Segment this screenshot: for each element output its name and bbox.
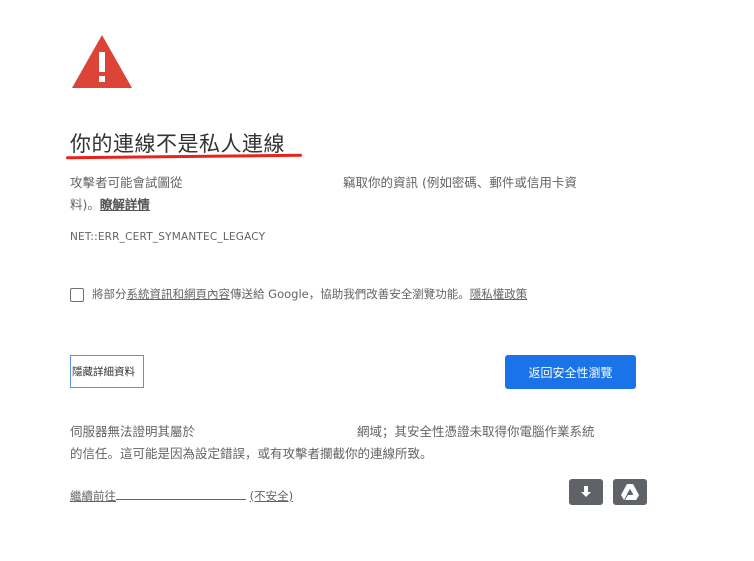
hide-details-button[interactable]: 隱藏詳細資料	[70, 355, 144, 388]
google-drive-button[interactable]	[613, 479, 647, 505]
proceed-unsafe-link[interactable]: 繼續前往 (不安全)	[70, 488, 293, 504]
proceed-prefix: 繼續前往	[70, 489, 116, 503]
google-drive-icon	[621, 484, 639, 500]
intro-text-line2: 料)。瞭解詳情	[70, 194, 150, 216]
intro-text-line1: 攻擊者可能會試圖從	[70, 175, 183, 190]
system-info-link[interactable]: 系統資訊和網頁內容	[127, 287, 231, 301]
opt-in-label: 將部分系統資訊和網頁內容傳送給 Google，協助我們改善安全瀏覽功能。隱私權政…	[92, 286, 527, 302]
redacted-domain	[116, 488, 246, 500]
opt-in-middle: 傳送給 Google，協助我們改善安全瀏覽功能。	[230, 287, 470, 301]
download-button[interactable]	[569, 479, 603, 505]
details-text-line1-continued: 網域；其安全性憑證未取得你電腦作業系統	[357, 424, 595, 439]
proceed-suffix: (不安全)	[249, 489, 294, 503]
back-to-safety-button[interactable]: 返回安全性瀏覽	[505, 355, 636, 389]
details-text-line1: 伺服器無法證明其屬於	[70, 424, 196, 439]
intro-text-line1-continued: 竊取你的資訊 (例如密碼、郵件或信用卡資	[343, 175, 577, 190]
download-arrow-icon	[581, 486, 591, 497]
error-code: NET::ERR_CERT_SYMANTEC_LEGACY	[70, 231, 266, 243]
opt-in-checkbox[interactable]	[70, 288, 84, 302]
warning-triangle-icon	[72, 35, 132, 88]
privacy-policy-link[interactable]: 隱私權政策	[470, 287, 528, 301]
details-text-line2: 的信任。這可能是因為設定錯誤，或有攻擊者攔截你的連線所致。	[70, 446, 433, 461]
learn-more-link[interactable]: 瞭解詳情	[100, 197, 150, 212]
intro-text-tail: 料)。	[70, 197, 100, 212]
opt-in-prefix: 將部分	[92, 287, 127, 301]
